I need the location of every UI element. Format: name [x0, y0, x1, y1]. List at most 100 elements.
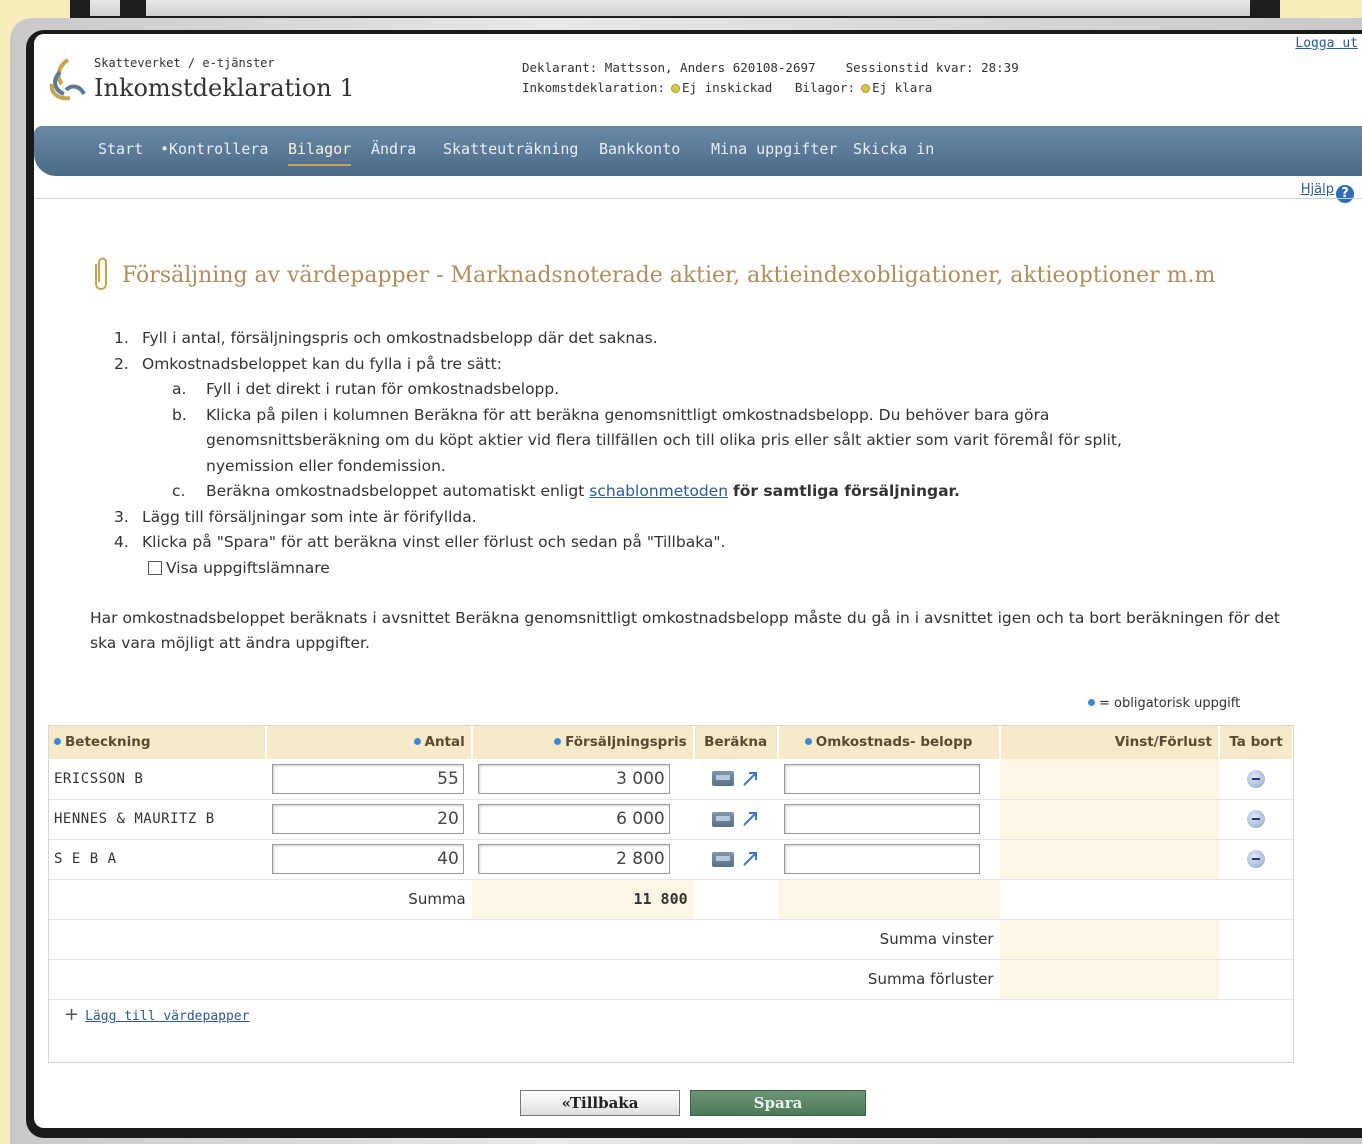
- row-vinst-cell: [999, 839, 1219, 880]
- summa-empty: [1218, 959, 1293, 1000]
- status-line: Inkomstdeklaration: Ej inskickad Bilagor:…: [522, 80, 932, 95]
- table-header-row: Beteckning Antal Försäljningspris Beräkn…: [48, 725, 1295, 759]
- instruction-2b: b. Klicka på pilen i kolumnen Beräkna för…: [114, 403, 1314, 429]
- status-label: Inkomstdeklaration:: [522, 80, 665, 95]
- brand-title: Inkomstdeklaration 1: [94, 74, 355, 102]
- instruction-2b-cont2: nyemission eller fondemission.: [206, 456, 446, 475]
- row-omk-cell: [777, 799, 1000, 840]
- nav-skatteutrakning[interactable]: Skatteuträkning: [443, 140, 578, 158]
- summa-value: 11 800: [471, 879, 694, 920]
- row-pris-cell: 6 000: [471, 799, 694, 840]
- page-title: Försäljning av värdepapper - Marknadsnot…: [90, 256, 1215, 292]
- required-legend-text: = obligatorisk uppgift: [1099, 696, 1241, 711]
- nav-andra[interactable]: Ändra: [371, 140, 416, 158]
- instruction-letter: b.: [172, 405, 187, 424]
- instruction-1: 1. Fyll i antal, försäljningspris och omk…: [114, 326, 1314, 352]
- row-vinst-cell: [999, 759, 1219, 800]
- antal-input[interactable]: 20: [271, 804, 464, 834]
- row-pris-cell: 3 000: [471, 759, 694, 800]
- instruction-text: Klicka på "Spara" för att beräkna vinst …: [142, 533, 726, 551]
- table-row: ERICSSON B 55 3 000: [48, 759, 1293, 800]
- securities-table: Beteckning Antal Försäljningspris Beräkn…: [48, 725, 1295, 1000]
- row-antal-cell: 55: [265, 759, 472, 800]
- instruction-2b-cont: genomsnittsberäkning om du köpt aktier v…: [206, 431, 1122, 449]
- summa-empty: [693, 879, 778, 920]
- help-link[interactable]: Hjälp?: [1301, 182, 1354, 203]
- col-berakna: Beräkna: [693, 725, 779, 759]
- omkostnadsbelopp-input[interactable]: [783, 804, 980, 834]
- calculate-arrow-icon[interactable]: [740, 769, 760, 789]
- antal-input[interactable]: 55: [271, 763, 464, 794]
- nav-mina-uppgifter[interactable]: Mina uppgifter: [711, 140, 837, 158]
- row-name: ERICSSON B: [48, 759, 266, 800]
- omkostnadsbelopp-input[interactable]: [783, 844, 980, 874]
- plus-icon: +: [64, 1004, 80, 1025]
- row-name: S E B A: [48, 839, 266, 880]
- declarant-label: Deklarant:: [522, 60, 598, 75]
- remove-row-icon[interactable]: [1246, 769, 1265, 788]
- instruction-4: 4. Klicka på "Spara" för att beräkna vins…: [114, 530, 1314, 556]
- pris-input[interactable]: 3 000: [477, 763, 670, 794]
- col-vinst-forlust: Vinst/Förlust: [999, 725, 1220, 759]
- col-beteckning: Beteckning: [48, 725, 267, 759]
- summa-empty: [1218, 879, 1293, 920]
- nav-kontrollera[interactable]: •Kontrollera: [160, 140, 268, 158]
- show-reporter-checkbox[interactable]: [148, 560, 162, 575]
- add-security-link[interactable]: Lägg till värdepapper: [85, 1009, 249, 1024]
- remove-row-icon[interactable]: [1246, 810, 1265, 828]
- skatteverket-logo-icon: [49, 58, 86, 101]
- calculator-icon[interactable]: [711, 811, 734, 827]
- main-nav: Start •Kontrollera Bilagor Ändra Skatteu…: [34, 126, 1362, 176]
- instruction-number: 1.: [114, 329, 129, 347]
- calculator-icon[interactable]: [711, 771, 734, 787]
- add-security[interactable]: + Lägg till värdepapper: [64, 1004, 249, 1025]
- instruction-3: 3. Lägg till försäljningar som inte är fö…: [114, 505, 1314, 531]
- status-dot-icon: [671, 84, 680, 93]
- show-reporter-label: Visa uppgiftslämnare: [166, 558, 330, 577]
- show-reporter-row: Visa uppgiftslämnare: [114, 556, 1314, 582]
- instruction-text: Lägg till försäljningar som inte är föri…: [142, 507, 477, 526]
- logout-link[interactable]: Logga ut: [1295, 36, 1358, 51]
- required-dot-icon: [1088, 699, 1095, 706]
- antal-input[interactable]: 40: [271, 844, 464, 874]
- calculate-arrow-icon[interactable]: [740, 849, 760, 869]
- remove-row-icon[interactable]: [1246, 850, 1265, 868]
- calculator-icon[interactable]: [711, 851, 734, 867]
- summa-empty: [999, 879, 1219, 920]
- schablonmetoden-link[interactable]: schablonmetoden: [589, 482, 728, 500]
- row-remove-cell: [1218, 759, 1293, 800]
- row-antal-cell: 20: [265, 799, 472, 840]
- row-berakna-cell: [693, 799, 778, 840]
- col-omkostnadsbelopp: Omkostnads- belopp: [777, 725, 1001, 759]
- nav-bilagor[interactable]: Bilagor: [288, 140, 352, 166]
- col-label: Antal: [424, 734, 465, 750]
- instruction-2a: a. Fyll i det direkt i rutan för omkostna…: [114, 377, 1314, 403]
- instruction-text: Beräkna omkostnadsbeloppet automatiskt e…: [206, 482, 585, 500]
- pris-input[interactable]: 6 000: [477, 804, 670, 834]
- nav-skicka-in[interactable]: Skicka in: [853, 140, 934, 158]
- summa-label: Summa: [265, 879, 472, 920]
- brand-small: Skatteverket / e-tjänster: [94, 56, 275, 70]
- pris-input[interactable]: 2 800: [477, 844, 670, 874]
- back-button[interactable]: «Tillbaka: [520, 1090, 680, 1116]
- col-label: Omkostnads- belopp: [815, 734, 973, 750]
- instruction-2: 2. Omkostnadsbeloppet kan du fylla i på t…: [114, 352, 1314, 378]
- summa-forluster-value: [999, 959, 1219, 1000]
- instruction-number: 4.: [114, 533, 129, 551]
- info-paragraph: Har omkostnadsbeloppet beräknats i avsni…: [90, 609, 1280, 652]
- omkostnadsbelopp-input[interactable]: [783, 763, 980, 794]
- col-antal: Antal: [265, 725, 473, 759]
- nav-bankkonto[interactable]: Bankkonto: [599, 140, 680, 158]
- instruction-2c: c. Beräkna omkostnadsbeloppet automatiskt…: [114, 479, 1314, 505]
- nav-start[interactable]: Start: [98, 140, 143, 158]
- summa-vinster-value: [999, 919, 1219, 960]
- instruction-text: Fyll i antal, försäljningspris och omkos…: [142, 329, 658, 347]
- calculate-arrow-icon[interactable]: [740, 809, 760, 829]
- save-button[interactable]: Spara: [690, 1090, 866, 1116]
- instruction-text: Omkostnadsbeloppet kan du fylla i på tre…: [142, 354, 502, 373]
- row-remove-cell: [1218, 799, 1293, 840]
- summa-forluster-row: Summa förluster: [48, 959, 1293, 1000]
- col-label: Beteckning: [65, 734, 151, 750]
- row-antal-cell: 40: [265, 839, 472, 880]
- instruction-letter: c.: [172, 482, 186, 500]
